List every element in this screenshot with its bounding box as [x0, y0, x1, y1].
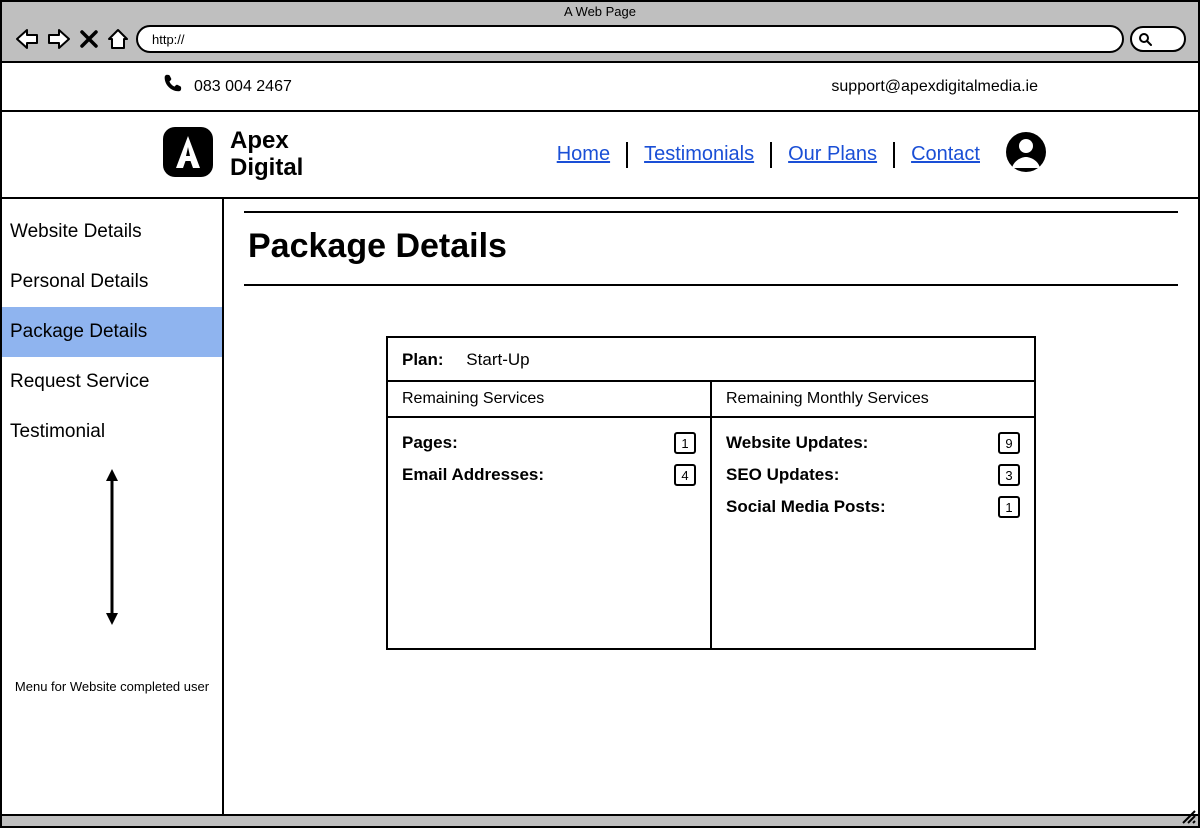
social-value-badge: 1	[998, 496, 1020, 518]
monthly-services-column: Remaining Monthly Services Website Updat…	[712, 382, 1034, 648]
sidebar-item-request-service[interactable]: Request Service	[2, 357, 222, 407]
home-icon[interactable]	[106, 27, 130, 51]
sidebar-item-package-details[interactable]: Package Details	[2, 307, 222, 357]
nav-home[interactable]: Home	[557, 143, 610, 166]
stat-website-updates: Website Updates: 9	[726, 432, 1020, 454]
sidebar-note: Menu for Website completed user	[2, 675, 222, 814]
logo-icon	[162, 126, 214, 183]
nav-contact[interactable]: Contact	[911, 143, 980, 166]
pages-label: Pages:	[402, 433, 458, 453]
brand-line1: Apex	[230, 128, 303, 154]
emails-label: Email Addresses:	[402, 465, 544, 485]
brand-line2: Digital	[230, 155, 303, 181]
search-icon	[1138, 32, 1152, 46]
plan-value: Start-Up	[466, 350, 529, 369]
main-content: Package Details Plan: Start-Up Remaining…	[224, 199, 1198, 814]
forward-icon[interactable]	[46, 27, 72, 51]
page-title: Package Details	[244, 213, 1178, 284]
remaining-services-column: Remaining Services Pages: 1 Email Addres…	[388, 382, 712, 648]
social-label: Social Media Posts:	[726, 497, 886, 517]
nav-separator	[626, 142, 628, 168]
nav-separator	[893, 142, 895, 168]
url-input[interactable]: http://	[136, 25, 1124, 53]
main-nav: Home Testimonials Our Plans Contact	[557, 130, 1048, 179]
url-text: http://	[152, 32, 185, 47]
stat-social-posts: Social Media Posts: 1	[726, 496, 1020, 518]
phone-icon	[162, 73, 184, 100]
sidebar-item-personal-details[interactable]: Personal Details	[2, 257, 222, 307]
updates-label: Website Updates:	[726, 433, 868, 453]
nav-separator	[770, 142, 772, 168]
stat-emails: Email Addresses: 4	[402, 464, 696, 486]
stat-pages: Pages: 1	[402, 432, 696, 454]
close-icon[interactable]	[78, 28, 100, 50]
monthly-services-header: Remaining Monthly Services	[712, 382, 1034, 418]
sidebar-item-testimonial[interactable]: Testimonial	[2, 407, 222, 457]
stat-seo-updates: SEO Updates: 3	[726, 464, 1020, 486]
vertical-arrow-icon	[2, 457, 222, 637]
brand: Apex Digital	[162, 126, 303, 183]
browser-search-button[interactable]	[1130, 26, 1186, 52]
resize-grip-icon[interactable]	[1180, 808, 1196, 824]
browser-window: A Web Page http:// 083 004 2467	[0, 0, 1200, 828]
emails-value-badge: 4	[674, 464, 696, 486]
seo-value-badge: 3	[998, 464, 1020, 486]
plan-row: Plan: Start-Up	[388, 338, 1034, 380]
browser-title: A Web Page	[2, 2, 1198, 21]
back-icon[interactable]	[14, 27, 40, 51]
sidebar-item-website-details[interactable]: Website Details	[2, 207, 222, 257]
page-viewport: 083 004 2467 support@apexdigitalmedia.ie…	[2, 61, 1198, 826]
updates-value-badge: 9	[998, 432, 1020, 454]
nav-testimonials[interactable]: Testimonials	[644, 143, 754, 166]
sidebar: Website Details Personal Details Package…	[2, 199, 224, 814]
package-card: Plan: Start-Up Remaining Services Pages:…	[386, 336, 1036, 650]
plan-label: Plan:	[402, 350, 444, 369]
support-email: support@apexdigitalmedia.ie	[831, 78, 1038, 96]
phone-number: 083 004 2467	[194, 78, 292, 96]
nav-plans[interactable]: Our Plans	[788, 143, 877, 166]
user-avatar-icon[interactable]	[1004, 130, 1048, 179]
seo-label: SEO Updates:	[726, 465, 839, 485]
statusbar	[2, 814, 1198, 826]
contact-bar: 083 004 2467 support@apexdigitalmedia.ie	[2, 63, 1198, 112]
remaining-services-header: Remaining Services	[388, 382, 710, 418]
browser-toolbar: http://	[2, 21, 1198, 61]
pages-value-badge: 1	[674, 432, 696, 454]
site-header: Apex Digital Home Testimonials Our Plans…	[2, 112, 1198, 199]
